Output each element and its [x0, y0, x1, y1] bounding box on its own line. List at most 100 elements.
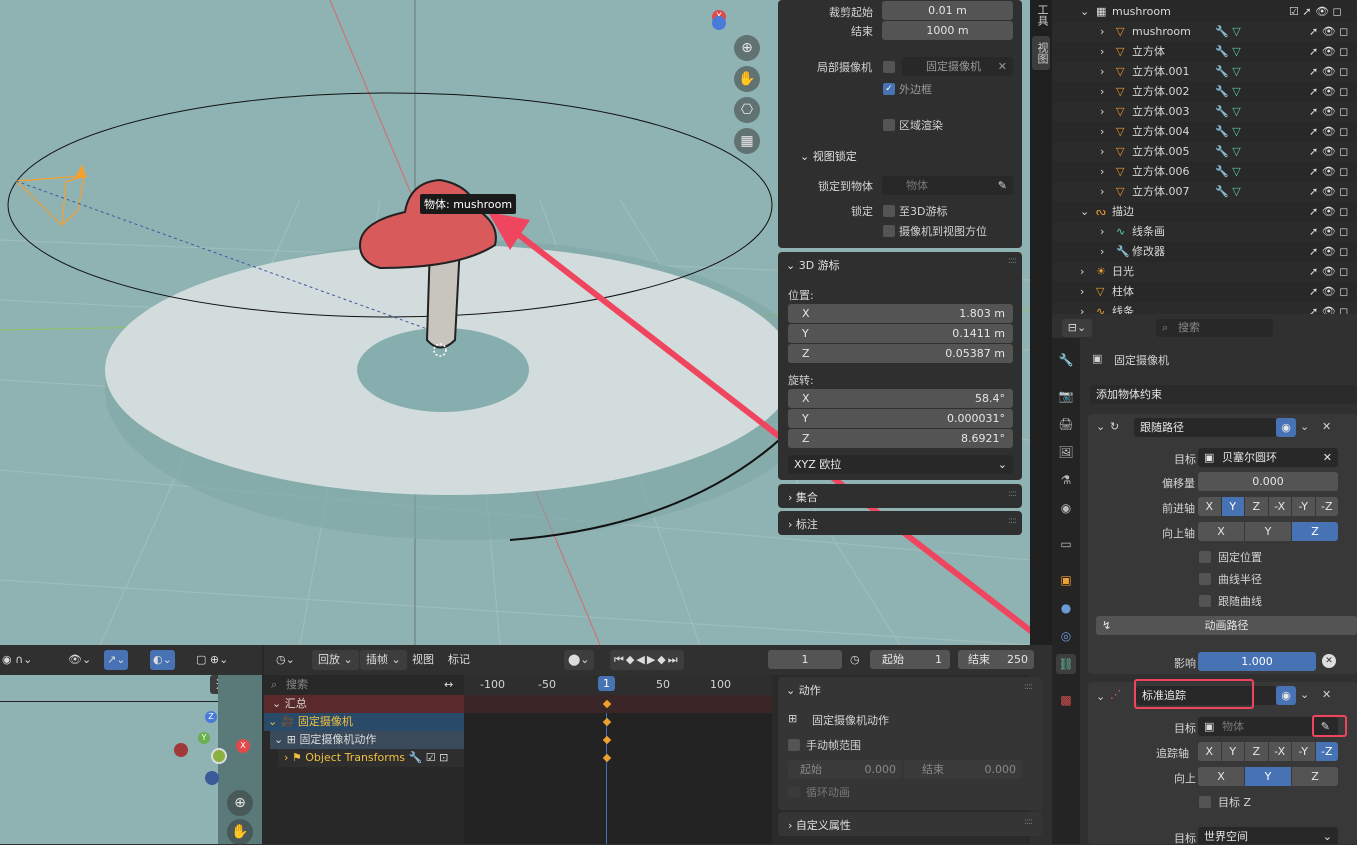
- texture-tab-icon[interactable]: ▩: [1056, 690, 1076, 710]
- expand-chevron-icon[interactable]: ›: [1100, 182, 1104, 202]
- mini-viewport[interactable]: ◉ ∩⌄ 👁⌄ ↗⌄ ◐⌄ ▢ ⊕⌄ 选项 ⌄ Z Y X ⊕ ✋: [0, 645, 262, 845]
- drag-handle-icon[interactable]: ::::: [1008, 256, 1017, 266]
- drag-handle-icon[interactable]: ::::: [1024, 817, 1033, 827]
- close-icon[interactable]: ✕: [1322, 688, 1331, 701]
- target-z-checkbox[interactable]: [1199, 796, 1211, 808]
- expand-chevron-icon[interactable]: ›: [1100, 222, 1104, 242]
- editor-type-icon[interactable]: ⊟⌄: [1062, 319, 1092, 337]
- up-axis-selector[interactable]: XYZ: [1198, 522, 1338, 541]
- pan-hand-icon[interactable]: ✋: [734, 66, 760, 92]
- tab-view[interactable]: 视图: [1032, 36, 1050, 70]
- outliner-row[interactable]: › ▽ 立方体.005 🔧 ▽ ➚ 👁 ◻: [1052, 142, 1357, 162]
- view-lock-header[interactable]: ⌄ 视图锁定: [800, 148, 857, 164]
- end-frame-field[interactable]: 结束 250: [958, 650, 1034, 669]
- manual-range-checkbox[interactable]: [788, 739, 800, 751]
- rot-x-field[interactable]: X 58.4°: [788, 389, 1013, 408]
- modifier-tab-icon[interactable]: ●: [1056, 598, 1076, 618]
- gizmo-icon[interactable]: ↗⌄: [104, 650, 129, 670]
- expand-chevron-icon[interactable]: ›: [1080, 302, 1084, 314]
- constraint-tab-icon[interactable]: ⛓: [1056, 654, 1076, 674]
- outliner-row[interactable]: › 🔧 修改器 ➚ 👁 ◻: [1052, 242, 1357, 262]
- track-up-axis-option[interactable]: X: [1198, 767, 1244, 786]
- expand-chevron-icon[interactable]: ›: [1100, 102, 1104, 122]
- track-action[interactable]: ⌄ ⊞ 固定摄像机动作: [270, 731, 464, 749]
- rot-z-field[interactable]: Z 8.6921°: [788, 429, 1013, 448]
- eye-icon[interactable]: ◉: [1276, 418, 1296, 437]
- pan-hand-icon[interactable]: ✋: [227, 819, 253, 845]
- gizmo-z-icon[interactable]: Z: [205, 711, 217, 723]
- view-menu[interactable]: 视图: [412, 650, 434, 670]
- render-tab-icon[interactable]: 📷: [1056, 386, 1076, 406]
- outliner-row[interactable]: › ☀ 日光 ➚ 👁 ◻: [1052, 262, 1357, 282]
- follow-curve-checkbox[interactable]: [1199, 595, 1211, 607]
- curve-radius-checkbox[interactable]: [1199, 573, 1211, 585]
- region-render-checkbox[interactable]: [883, 119, 895, 131]
- outliner-row[interactable]: › ▽ mushroom 🔧 ▽ ➚ 👁 ◻: [1052, 22, 1357, 42]
- border-checkbox[interactable]: ✓: [883, 83, 895, 95]
- visibility-toggles[interactable]: ➚ 👁 ◻: [1309, 282, 1348, 302]
- modifier-data-icons[interactable]: 🔧 ▽: [1215, 162, 1241, 182]
- track-axis-selector[interactable]: X Y Z -X -Y -Z: [1198, 742, 1338, 761]
- xray-icon[interactable]: ▢ ⊕⌄: [196, 650, 228, 670]
- up-axis-option[interactable]: X: [1198, 522, 1244, 541]
- clip-end-field[interactable]: 1000 m: [882, 21, 1013, 40]
- cursor-panel-header[interactable]: ⌄ 3D 游标: [786, 257, 840, 273]
- action-header[interactable]: ⌄ 动作: [786, 682, 821, 698]
- offset-field[interactable]: 0.000: [1198, 472, 1338, 491]
- target-field[interactable]: ▣ 贝塞尔圆环 ✕: [1198, 448, 1338, 467]
- modifier-data-icons[interactable]: 🔧 ▽: [1215, 142, 1241, 162]
- up-axis-option[interactable]: Y: [1245, 522, 1291, 541]
- track-summary[interactable]: ⌄ 汇总: [264, 695, 464, 713]
- camera-to-view-checkbox[interactable]: [883, 225, 895, 237]
- influence-slider[interactable]: 1.000: [1198, 652, 1316, 671]
- start-frame-field[interactable]: 起始 1: [870, 650, 950, 669]
- expand-chevron-icon[interactable]: ›: [1100, 22, 1104, 42]
- add-constraint-button[interactable]: 添加物体约束: [1090, 385, 1357, 404]
- forward-axis-option[interactable]: Z: [1245, 497, 1268, 516]
- overlay-icon[interactable]: ◐⌄: [150, 650, 175, 670]
- track-up-axis-option[interactable]: Z: [1292, 767, 1338, 786]
- outliner-row[interactable]: › ▽ 立方体 🔧 ▽ ➚ 👁 ◻: [1052, 42, 1357, 62]
- shading-icon[interactable]: ◉ ∩⌄: [2, 650, 32, 670]
- modifier-data-icons[interactable]: 🔧 ▽: [1215, 182, 1241, 202]
- outliner-row[interactable]: ⌄ ▦ mushroom ☑ ➚ 👁 ◻: [1052, 2, 1357, 22]
- visibility-toggles[interactable]: ➚ 👁 ◻: [1309, 22, 1348, 42]
- annotation-header[interactable]: › 标注: [788, 516, 818, 532]
- annotation-panel[interactable]: › 标注 ::::: [778, 511, 1022, 535]
- visibility-toggles[interactable]: ➚ 👁 ◻: [1309, 222, 1348, 242]
- ortho-grid-icon[interactable]: ▦: [734, 128, 760, 154]
- chevron-down-icon[interactable]: ⌄: [1300, 688, 1309, 701]
- object-tab-icon[interactable]: ▣: [1056, 570, 1076, 590]
- modifier-data-icons[interactable]: 🔧 ▽: [1215, 42, 1241, 62]
- channel-search[interactable]: ⌕ 搜索: [266, 675, 440, 694]
- track-up-axis-option[interactable]: Y: [1245, 767, 1291, 786]
- track-axis-option[interactable]: X: [1198, 742, 1221, 761]
- keyframe-area[interactable]: -100 -50 1 50 100: [464, 675, 772, 844]
- expand-chevron-icon[interactable]: ›: [1080, 262, 1084, 282]
- target-space-dropdown[interactable]: 世界空间 ⌄: [1198, 827, 1338, 844]
- expand-chevron-icon[interactable]: ›: [1100, 162, 1104, 182]
- outliner-row[interactable]: › ∿ 线条 ➚ 👁 ◻: [1052, 302, 1357, 314]
- outliner-row[interactable]: › ▽ 柱体 ➚ 👁 ◻: [1052, 282, 1357, 302]
- playhead-frame[interactable]: 1: [598, 676, 615, 691]
- forward-axis-option[interactable]: X: [1198, 497, 1221, 516]
- world-tab-icon[interactable]: ◉: [1056, 498, 1076, 518]
- fixed-position-checkbox[interactable]: [1199, 551, 1211, 563]
- visibility-toggles[interactable]: ➚ 👁 ◻: [1309, 302, 1348, 314]
- camera-view-icon[interactable]: ⎔: [734, 97, 760, 123]
- visibility-toggles[interactable]: ➚ 👁 ◻: [1309, 202, 1348, 222]
- gizmo-y-icon[interactable]: Y: [198, 732, 210, 744]
- visibility-icon[interactable]: 👁⌄: [68, 650, 91, 670]
- loc-y-field[interactable]: Y 0.1411 m: [788, 324, 1013, 343]
- outliner-row[interactable]: › ▽ 立方体.001 🔧 ▽ ➚ 👁 ◻: [1052, 62, 1357, 82]
- output-tab-icon[interactable]: 🖨: [1056, 414, 1076, 434]
- forward-axis-option[interactable]: -Z: [1315, 497, 1338, 516]
- outliner-row[interactable]: › ▽ 立方体.006 🔧 ▽ ➚ 👁 ◻: [1052, 162, 1357, 182]
- lock-object-field[interactable]: 物体 ✎: [882, 176, 1013, 195]
- visibility-toggles[interactable]: ➚ 👁 ◻: [1309, 242, 1348, 262]
- animate-path-button[interactable]: ↯ 动画路径: [1096, 616, 1357, 635]
- visibility-toggles[interactable]: ☑ ➚ 👁 ◻: [1289, 2, 1342, 22]
- gizmo-neg-z-icon[interactable]: [205, 771, 219, 785]
- playback-menu[interactable]: 回放 ⌄: [312, 650, 359, 670]
- custom-props-header[interactable]: › 自定义属性: [788, 817, 851, 833]
